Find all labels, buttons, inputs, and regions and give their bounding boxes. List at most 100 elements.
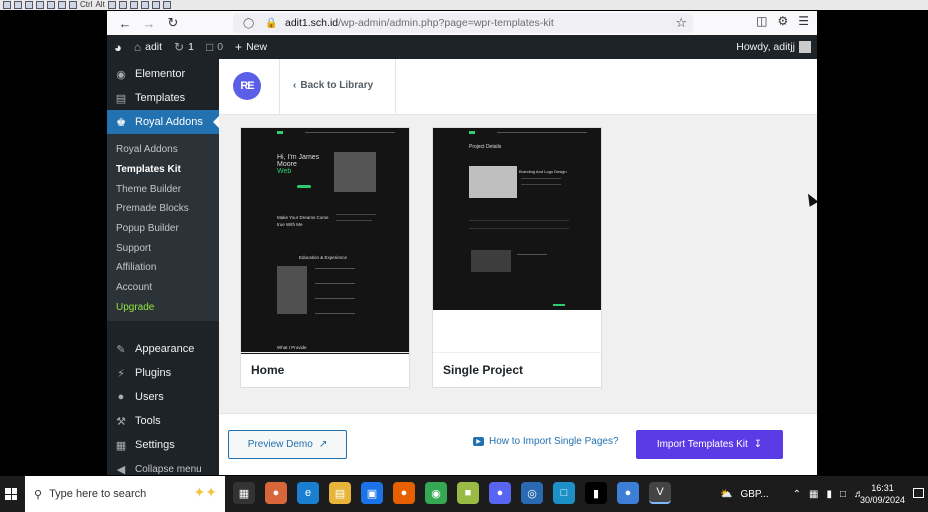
taskbar-clock[interactable]: 16:31 30/09/2024 [860,482,905,506]
app-icon[interactable]: ● [617,482,639,504]
clock-time: 16:31 [871,483,894,493]
howdy-user-link[interactable]: Howdy, aditjj [736,41,795,53]
sidebar-item-appearance[interactable]: ✎ Appearance [107,337,219,361]
sidebar-item-label: Settings [135,439,175,452]
app-toolbar-strip: Ctrl Alt [0,0,928,10]
zoom-icon[interactable] [151,1,160,9]
extensions-icon[interactable]: ⚙ [777,14,788,28]
menu-icon[interactable]: ☰ [798,14,809,28]
submenu-item-royal-addons[interactable]: Royal Addons [107,140,219,160]
sidebar-item-templates[interactable]: ▤ Templates [107,86,219,110]
comments-link[interactable]: □ 0 [206,40,223,54]
sidebar-item-users[interactable]: ● Users [107,385,219,409]
browser-window: ← → ↻ ◯ 🔒 adit1.sch.id/wp-admin/admin.ph… [107,11,817,475]
toolbar-icon[interactable] [3,1,11,9]
device-icon[interactable]: ▦ [809,489,818,500]
template-thumbnail[interactable]: Project Details Branding And Logo Design [433,128,601,310]
forward-arrow-icon[interactable]: → [139,13,159,33]
site-name-label: adit [145,41,163,53]
zoom-out-icon[interactable] [129,1,138,9]
weather-icon: ⛅ [720,488,733,500]
royal-elementor-logo: RE [233,72,261,100]
submenu-item-support[interactable]: Support [107,238,219,258]
thumb-line [469,228,569,229]
toolbar-icon[interactable] [58,1,66,9]
folder-icon: ▤ [115,92,127,105]
avatar[interactable] [799,41,811,53]
store-icon[interactable]: ▣ [361,482,383,504]
windows-logo-icon [5,488,17,500]
file-explorer-icon[interactable]: ▤ [329,482,351,504]
template-thumbnail[interactable]: Hi, I'm James Moore Web Make Your Dreams… [241,128,409,354]
vnc-viewer-icon[interactable]: V [649,482,671,504]
submenu-item-account[interactable]: Account [107,278,219,298]
task-view-icon[interactable]: ▦ [233,482,255,504]
weather-label[interactable]: GBP... [740,489,768,500]
taskbar-search-box[interactable]: ⚲ Type here to search ✦✦ [25,476,225,512]
taskbar-apps: ▦ ● e ▤ ▣ ● ◉ ■ ● ◎ □ ▮ ● V [233,482,671,504]
back-to-library-button[interactable]: ‹ Back to Library [293,80,373,91]
thumb-line [517,254,547,255]
thumb-button [297,185,311,188]
updates-link[interactable]: ↻ 1 [174,40,194,54]
network-icon[interactable]: □ [840,489,846,500]
chrome-icon[interactable]: ◉ [425,482,447,504]
reload-icon[interactable]: ↻ [163,13,183,33]
sidebar-item-elementor[interactable]: ◉ Elementor [107,62,219,86]
toolbar-icon[interactable] [25,1,33,9]
edge-icon[interactable]: e [297,482,319,504]
shield-icon[interactable]: ◯ [243,18,255,29]
sidebar-item-settings[interactable]: ▦ Settings [107,433,219,457]
url-bar[interactable]: ◯ 🔒 adit1.sch.id/wp-admin/admin.php?page… [233,13,693,33]
app-icon[interactable]: □ [553,482,575,504]
how-to-import-link[interactable]: ▶ How to Import Single Pages? [473,436,619,447]
submenu-item-affiliation[interactable]: Affiliation [107,258,219,278]
alt-key-label[interactable]: Alt [95,1,104,9]
submenu-item-theme-builder[interactable]: Theme Builder [107,179,219,199]
thumb-gallery-image [471,250,511,272]
toolbar-icon[interactable] [69,1,77,9]
toolbar-icon[interactable] [14,1,22,9]
notification-icon[interactable] [913,488,924,498]
wordpress-logo-icon[interactable]: ◕ [114,40,122,55]
submenu-item-upgrade[interactable]: Upgrade [107,298,219,318]
app-icon[interactable]: ■ [457,482,479,504]
back-arrow-icon[interactable]: ← [115,13,135,33]
discord-icon[interactable]: ● [489,482,511,504]
lock-icon[interactable]: 🔒 [265,18,277,29]
app-icon[interactable]: ◎ [521,482,543,504]
sidebar-item-tools[interactable]: ⚒ Tools [107,409,219,433]
sidebar-item-label: Elementor [135,68,186,80]
zoom-icon[interactable] [140,1,149,9]
thumb-heading: Project Details [469,144,502,150]
zoom-in-icon[interactable] [118,1,127,9]
toolbar-icon[interactable] [47,1,55,9]
import-templates-kit-button[interactable]: Import Templates Kit ↧ [636,430,783,459]
site-name-link[interactable]: ⌂ adit [134,40,162,54]
template-card-single-project[interactable]: Project Details Branding And Logo Design… [432,127,602,388]
firefox-icon[interactable]: ● [393,482,415,504]
sidebar-item-label: Tools [135,415,161,428]
sidebar-item-royal-addons[interactable]: ♚ Royal Addons [107,110,219,134]
battery-icon[interactable]: ▮ [826,489,832,500]
copilot-icon[interactable]: ● [265,482,287,504]
preview-demo-button[interactable]: Preview Demo ↗ [228,430,347,459]
template-card-home[interactable]: Hi, I'm James Moore Web Make Your Dreams… [240,127,410,388]
pocket-icon[interactable]: ◫ [756,14,767,28]
sidebar-item-plugins[interactable]: ⚡ Plugins [107,361,219,385]
submenu-item-popup-builder[interactable]: Popup Builder [107,219,219,239]
toolbar-icon[interactable] [36,1,44,9]
new-content-link[interactable]: + New [235,40,267,54]
chevron-up-icon[interactable]: ⌃ [793,489,801,500]
collapse-menu-button[interactable]: ◀ Collapse menu [107,457,219,475]
terminal-icon[interactable]: ▮ [585,482,607,504]
bookmark-star-icon[interactable]: ☆ [675,15,687,31]
start-button[interactable] [0,476,22,512]
toolbar-icon[interactable] [107,1,116,9]
submenu-item-templates-kit[interactable]: Templates Kit [107,160,219,180]
royal-addons-submenu: Royal Addons Templates Kit Theme Builder… [107,134,219,322]
close-icon[interactable] [162,1,171,9]
submenu-item-premade-blocks[interactable]: Premade Blocks [107,199,219,219]
ctrl-key-label[interactable]: Ctrl [80,1,92,9]
thumb-hero-line: Hi, I'm James [277,154,320,161]
